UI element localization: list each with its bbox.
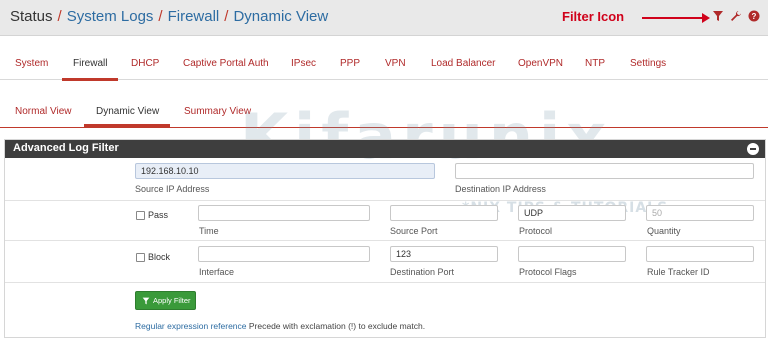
subtab-dynamic-view[interactable]: Dynamic View — [96, 106, 159, 117]
row-divider — [5, 200, 765, 201]
pass-checkbox[interactable] — [136, 211, 145, 220]
quantity-input[interactable]: 50 — [646, 205, 754, 221]
interface-label: Interface — [199, 267, 235, 277]
protocol-label: Protocol — [519, 226, 553, 236]
tab-ppp[interactable]: PPP — [340, 58, 360, 69]
tab-system[interactable]: System — [15, 58, 48, 69]
breadcrumb-bar: Status / System Logs / Firewall / Dynamic View… — [0, 0, 768, 36]
row-divider — [5, 282, 765, 283]
destination-ip-label: Destination IP Address — [455, 184, 546, 194]
time-label: Time — [199, 226, 219, 236]
main-tabs: System Firewall DHCP Captive Portal Auth… — [0, 44, 768, 81]
rule-tracker-id-label: Rule Tracker ID — [647, 267, 710, 277]
breadcrumb-separator: / — [224, 8, 229, 25]
subtab-normal-view[interactable]: Normal View — [15, 106, 72, 117]
help-description: Precede with exclamation (!) to exclude … — [246, 321, 426, 331]
block-checkbox[interactable] — [136, 253, 145, 262]
source-ip-label: Source IP Address — [135, 184, 210, 194]
apply-filter-button[interactable]: Apply Filter — [135, 291, 196, 310]
interface-input[interactable] — [198, 246, 370, 262]
quantity-label: Quantity — [647, 226, 681, 236]
pass-label: Pass — [148, 210, 169, 220]
filter-icon[interactable] — [712, 10, 724, 22]
header-icons: ? — [712, 10, 760, 22]
filter-icon-annotation: Filter Icon — [562, 9, 625, 24]
active-tab-indicator — [62, 78, 118, 81]
panel-header: Advanced Log Filter — [5, 140, 765, 158]
tab-dhcp[interactable]: DHCP — [131, 58, 159, 69]
breadcrumb: Status / System Logs / Firewall / Dynamic View — [10, 8, 328, 25]
destination-port-input[interactable]: 123 — [390, 246, 498, 262]
row-divider — [5, 240, 765, 241]
tab-captive-portal-auth[interactable]: Captive Portal Auth — [183, 58, 269, 69]
tab-vpn[interactable]: VPN — [385, 58, 406, 69]
view-subtabs: Normal View Dynamic View Summary View — [0, 96, 768, 128]
breadcrumb-firewall[interactable]: Firewall — [168, 8, 220, 25]
tab-ntp[interactable]: NTP — [585, 58, 605, 69]
breadcrumb-separator: / — [57, 8, 62, 25]
protocol-input[interactable]: UDP — [518, 205, 626, 221]
tab-openvpn[interactable]: OpenVPN — [518, 58, 563, 69]
annotation-arrow-line — [642, 17, 704, 19]
tab-ipsec[interactable]: IPsec — [291, 58, 316, 69]
breadcrumb-dynamic-view[interactable]: Dynamic View — [233, 8, 328, 25]
block-label: Block — [148, 252, 171, 262]
help-icon[interactable]: ? — [748, 10, 760, 22]
advanced-log-filter-panel: Advanced Log Filter 192.168.10.10 Source… — [4, 139, 766, 338]
breadcrumb-separator: / — [158, 8, 163, 25]
source-ip-input[interactable]: 192.168.10.10 — [135, 163, 435, 179]
protocol-flags-label: Protocol Flags — [519, 267, 577, 277]
wrench-icon[interactable] — [730, 10, 742, 22]
breadcrumb-system-logs[interactable]: System Logs — [67, 8, 154, 25]
regex-reference-link[interactable]: Regular expression reference — [135, 321, 247, 331]
filter-icon — [142, 297, 150, 304]
collapse-icon[interactable] — [747, 143, 759, 155]
panel-title: Advanced Log Filter — [13, 142, 119, 154]
protocol-flags-input[interactable] — [518, 246, 626, 262]
help-text: Regular expression reference Precede wit… — [135, 321, 425, 331]
svg-text:?: ? — [752, 12, 757, 21]
tab-settings[interactable]: Settings — [630, 58, 666, 69]
tab-firewall[interactable]: Firewall — [73, 58, 107, 69]
rule-tracker-id-input[interactable] — [646, 246, 754, 262]
breadcrumb-root: Status — [10, 8, 53, 25]
active-subtab-indicator — [84, 124, 170, 127]
time-input[interactable] — [198, 205, 370, 221]
source-port-label: Source Port — [390, 226, 438, 236]
destination-ip-input[interactable] — [455, 163, 754, 179]
source-port-input[interactable] — [390, 205, 498, 221]
destination-port-label: Destination Port — [390, 267, 455, 277]
subtab-summary-view[interactable]: Summary View — [184, 106, 251, 117]
tab-load-balancer[interactable]: Load Balancer — [431, 58, 496, 69]
annotation-arrow-head — [702, 13, 710, 23]
apply-filter-label: Apply Filter — [153, 296, 191, 305]
